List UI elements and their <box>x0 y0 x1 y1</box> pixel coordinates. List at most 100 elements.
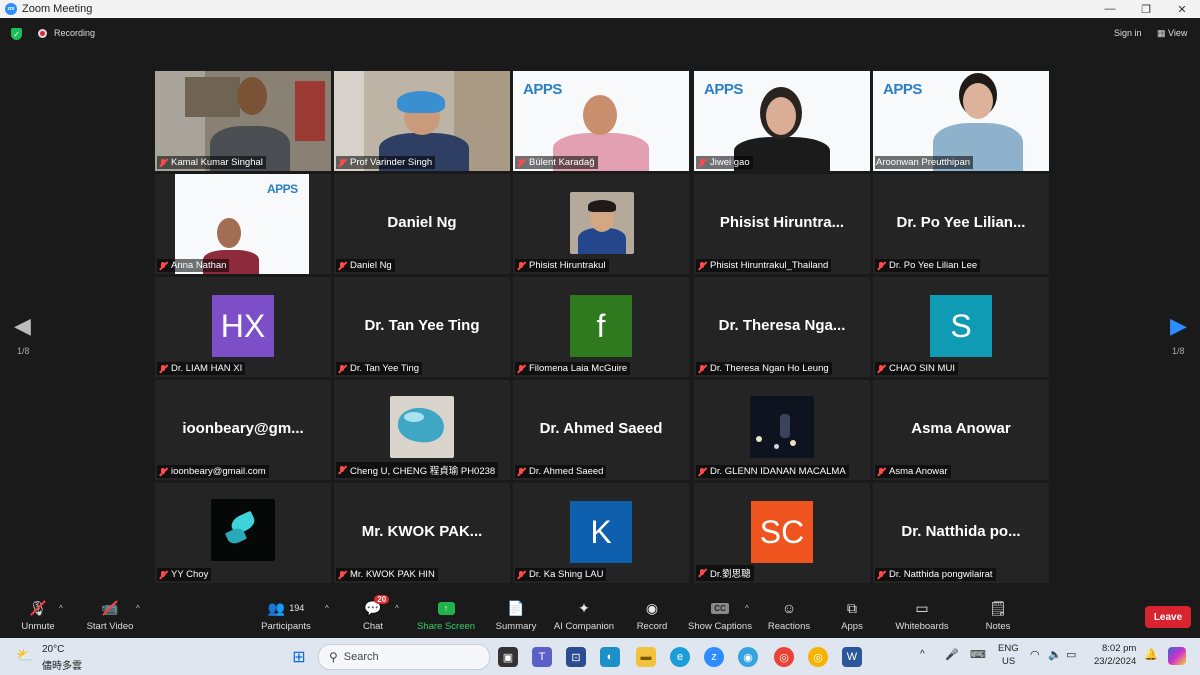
file-explorer-icon[interactable]: ▬ <box>636 647 656 667</box>
participants-count: 194 <box>289 603 305 613</box>
app-icon[interactable]: ◐ <box>600 647 620 667</box>
video-options-chevron-icon[interactable]: ^ <box>136 604 140 613</box>
task-view-icon[interactable]: ▣ <box>498 647 518 667</box>
restore-button[interactable]: ❐ <box>1128 0 1164 18</box>
search-icon: ⚲ <box>329 650 338 664</box>
app-icon[interactable]: ◉ <box>738 647 758 667</box>
chat-options-chevron-icon[interactable]: ^ <box>395 604 399 613</box>
language-top[interactable]: ENG <box>998 643 1019 654</box>
participant-tile[interactable]: f Filomena Laia McGuire <box>513 277 689 377</box>
participant-tile[interactable]: Kamal Kumar Singhal <box>155 71 331 171</box>
participant-tile[interactable]: Dr. Theresa Nga... Dr. Theresa Ngan Ho L… <box>694 277 870 377</box>
participant-photo <box>570 192 634 254</box>
unmute-button[interactable]: 🎙 Unmute <box>18 598 58 636</box>
sign-in-button[interactable]: Sign in <box>1108 26 1148 40</box>
next-page-icon[interactable]: ▶ <box>1170 313 1187 339</box>
record-button[interactable]: ◉ Record <box>632 598 672 636</box>
participant-tile[interactable]: ioonbeary@gm... ioonbeary@gmail.com <box>155 380 331 480</box>
participant-display-name: Mr. KWOK PAK... <box>361 523 483 540</box>
participant-tile[interactable]: Cheng U, CHENG 程貞瑜 PH0238 <box>334 380 510 480</box>
participant-tile[interactable]: Phisist Hiruntra... Phisist Hiruntrakul_… <box>694 174 870 274</box>
volume-icon[interactable]: 🔈 <box>1048 648 1062 661</box>
notes-button[interactable]: 🗒 Notes <box>982 598 1014 636</box>
participant-name: ioonbeary@gmail.com <box>157 465 269 478</box>
weather-icon[interactable]: ⛅ <box>16 647 33 664</box>
video-off-icon: 📹 <box>101 598 119 618</box>
view-button[interactable]: ▦ View <box>1153 26 1191 41</box>
participant-name: Filomena Laia McGuire <box>515 362 631 375</box>
participant-tile[interactable]: Prof Varinder Singh <box>334 71 510 171</box>
participant-tile[interactable]: S CHAO SIN MUI <box>873 277 1049 377</box>
previous-page-icon[interactable]: ◀ <box>14 313 31 339</box>
clock-time[interactable]: 8:02 pm <box>1102 643 1136 654</box>
summary-button[interactable]: 📄 Summary <box>494 598 538 636</box>
chat-button[interactable]: 💬 20 Chat <box>356 595 390 636</box>
participant-tile[interactable]: APPS Bülent Karadağ <box>513 71 689 171</box>
participant-tile[interactable]: HX Dr. LIAM HAN XI <box>155 277 331 377</box>
audio-options-chevron-icon[interactable]: ^ <box>59 604 63 613</box>
participant-tile[interactable]: APPS Jiwei gao <box>694 71 870 171</box>
participant-tile[interactable]: Dr. Ahmed Saeed Dr. Ahmed Saeed <box>513 380 689 480</box>
weather-temp[interactable]: 20°C <box>42 644 64 655</box>
participant-avatar: HX <box>212 295 274 357</box>
participant-tile[interactable]: Daniel Ng Daniel Ng <box>334 174 510 274</box>
participant-tile[interactable]: Dr. Po Yee Lilian... Dr. Po Yee Lilian L… <box>873 174 1049 274</box>
share-screen-button[interactable]: ↑ Share Screen <box>416 598 476 636</box>
participant-tile-active-speaker[interactable]: APPS Aroonwan Preutthipan <box>873 71 1049 171</box>
keyboard-icon[interactable]: ⌨ <box>970 648 986 661</box>
smiley-icon: ☺ <box>781 600 797 616</box>
minimize-button[interactable]: — <box>1092 0 1128 18</box>
reactions-button[interactable]: ☺ Reactions <box>766 598 812 636</box>
participants-options-chevron-icon[interactable]: ^ <box>325 604 329 613</box>
whiteboards-button[interactable]: ▭ Whiteboards <box>892 598 952 636</box>
taskbar-search-input[interactable]: ⚲ Search <box>318 644 490 670</box>
whiteboard-icon: ▭ <box>915 599 929 616</box>
leave-button[interactable]: Leave <box>1145 606 1191 628</box>
meeting-toolbar: 🎙 Unmute ^ 📹 Start Video ^ 👥194 Particip… <box>0 594 1200 638</box>
notification-bell-icon[interactable]: 🔔 <box>1144 648 1158 661</box>
participants-button[interactable]: 👥 194 Participants <box>260 598 312 636</box>
security-shield-icon[interactable]: ✓ <box>11 28 22 40</box>
participant-tile[interactable]: Dr. GLENN IDANAN MACALMA <box>694 380 870 480</box>
participant-tile[interactable]: APPS Anna Nathan <box>155 174 331 274</box>
participant-display-name: Asma Anowar <box>911 420 1011 437</box>
store-icon[interactable]: ⊡ <box>566 647 586 667</box>
participant-tile[interactable]: K Dr. Ka Shing LAU <box>513 483 689 583</box>
wifi-icon[interactable]: ◠ <box>1030 648 1040 661</box>
edge-icon[interactable]: e <box>670 647 690 667</box>
captions-icon: CC <box>711 598 729 618</box>
mic-muted-icon <box>337 364 347 374</box>
participant-display-name: Daniel Ng <box>387 214 457 231</box>
chrome-icon[interactable]: ◎ <box>774 647 794 667</box>
zoom-taskbar-icon[interactable]: z <box>704 647 724 667</box>
mic-muted-icon <box>337 465 347 475</box>
participant-tile[interactable]: SC Dr.劉思聰 <box>694 483 870 583</box>
participant-tile[interactable]: Asma Anowar Asma Anowar <box>873 380 1049 480</box>
participant-tile[interactable]: YY Choy <box>155 483 331 583</box>
participant-tile[interactable]: Mr. KWOK PAK... Mr. KWOK PAK HIN <box>334 483 510 583</box>
participant-tile[interactable]: Dr. Natthida po... Dr. Natthida pongwila… <box>873 483 1049 583</box>
teams-icon[interactable]: T <box>532 647 552 667</box>
apps-button[interactable]: ⧉ Apps <box>838 598 866 636</box>
word-icon[interactable]: W <box>842 647 862 667</box>
mic-muted-icon <box>158 570 168 580</box>
participant-name: Dr. GLENN IDANAN MACALMA <box>696 465 849 478</box>
chrome-icon[interactable]: ◎ <box>808 647 828 667</box>
mic-muted-icon <box>337 158 347 168</box>
participant-tile[interactable]: Dr. Tan Yee Ting Dr. Tan Yee Ting <box>334 277 510 377</box>
show-captions-button[interactable]: CC Show Captions <box>688 598 752 636</box>
windows-start-icon[interactable]: ⊞ <box>289 647 309 667</box>
copilot-icon[interactable] <box>1168 647 1186 665</box>
close-button[interactable]: ✕ <box>1164 0 1200 18</box>
start-video-button[interactable]: 📹 Start Video <box>84 598 136 636</box>
microphone-icon[interactable]: 🎤 <box>945 648 959 661</box>
apps-logo: APPS <box>704 81 743 98</box>
mic-muted-icon <box>158 364 168 374</box>
participant-display-name: Phisist Hiruntra... <box>719 214 845 231</box>
ai-companion-button[interactable]: ✦ AI Companion <box>552 598 616 636</box>
battery-icon[interactable]: ▭ <box>1066 648 1076 661</box>
participant-tile[interactable]: Phisist Hiruntrakul <box>513 174 689 274</box>
system-tray-chevron-icon[interactable]: ^ <box>920 649 925 660</box>
participant-avatar: SC <box>751 501 813 563</box>
captions-options-chevron-icon[interactable]: ^ <box>745 604 749 613</box>
